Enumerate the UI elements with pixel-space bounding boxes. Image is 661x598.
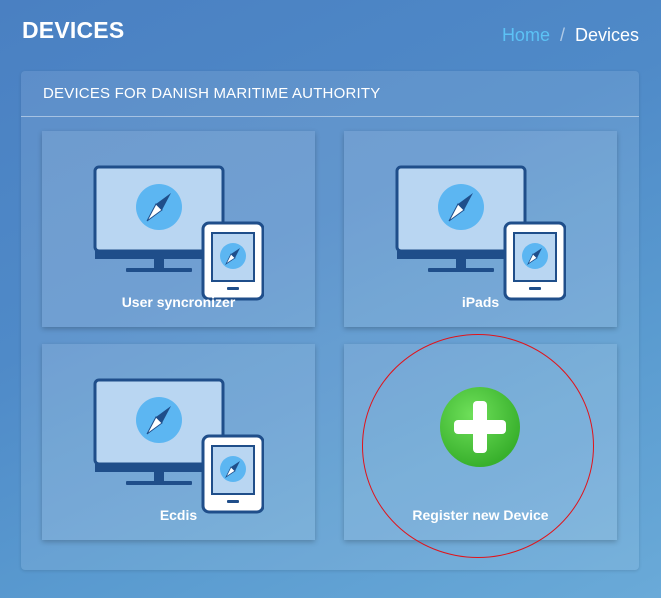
plus-circle-icon bbox=[440, 387, 520, 467]
tile-label: iPads bbox=[461, 294, 500, 310]
device-tile-user-syncronizer[interactable]: User syncronizer bbox=[42, 131, 315, 327]
breadcrumb-current: Devices bbox=[574, 25, 639, 45]
monitor-tablet-compass-icon bbox=[93, 378, 264, 514]
breadcrumb-separator: / bbox=[559, 25, 565, 45]
breadcrumb-home-link[interactable]: Home bbox=[502, 25, 550, 46]
tile-label: Ecdis bbox=[159, 507, 198, 523]
monitor-tablet-compass-icon bbox=[395, 165, 566, 301]
breadcrumb: Home / Devices bbox=[502, 25, 639, 46]
device-tile-ipads[interactable]: iPads bbox=[344, 131, 617, 327]
tile-label: Register new Device bbox=[412, 507, 549, 523]
tile-label: User syncronizer bbox=[121, 294, 236, 310]
panel-title: DEVICES FOR DANISH MARITIME AUTHORITY bbox=[21, 71, 639, 117]
register-new-device-tile[interactable]: Register new Device bbox=[344, 344, 617, 540]
device-tile-ecdis[interactable]: Ecdis bbox=[42, 344, 315, 540]
page-title: DEVICES bbox=[22, 17, 125, 43]
monitor-tablet-compass-icon bbox=[93, 165, 264, 301]
